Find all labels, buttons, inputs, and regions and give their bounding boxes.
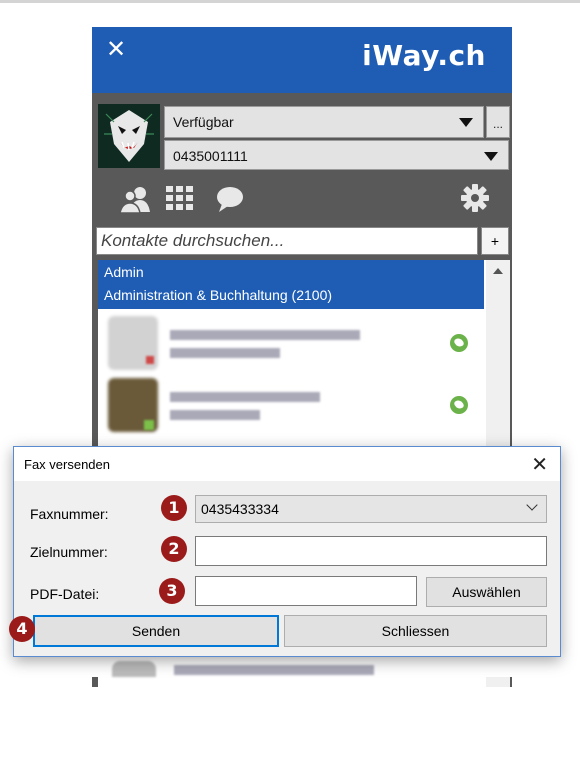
step-badge-2: 2 bbox=[161, 536, 187, 562]
group-name: Admin bbox=[104, 264, 144, 280]
phone-line-value: 0435001111 bbox=[173, 148, 248, 164]
blurred-detail bbox=[170, 348, 280, 358]
phone-icon[interactable] bbox=[450, 334, 468, 352]
blurred-name bbox=[170, 330, 360, 340]
phone-icon[interactable] bbox=[450, 396, 468, 414]
avatar[interactable] bbox=[98, 104, 160, 168]
choose-file-button[interactable]: Auswählen bbox=[426, 577, 547, 607]
group-description: Administration & Buchhaltung (2100) bbox=[104, 287, 333, 303]
status-select[interactable]: Verfügbar bbox=[164, 106, 484, 138]
close-icon[interactable]: ✕ bbox=[106, 35, 126, 64]
close-icon[interactable]: ✕ bbox=[531, 452, 548, 477]
fax-dialog: Fax versenden ✕ Faxnummer: 0435433334 Zi… bbox=[13, 446, 561, 657]
fax-number-label: Faxnummer: bbox=[30, 506, 109, 522]
dropdown-arrow-icon bbox=[484, 152, 498, 161]
target-number-label: Zielnummer: bbox=[30, 544, 108, 560]
contact-group-header[interactable]: Admin Administration & Buchhaltung (2100… bbox=[98, 260, 484, 309]
brand-logo: iWay.ch bbox=[362, 39, 486, 72]
blurred-name bbox=[170, 392, 320, 402]
step-badge-1: 1 bbox=[161, 495, 187, 521]
send-button[interactable]: Senden bbox=[33, 615, 279, 647]
app-toolbar bbox=[92, 174, 512, 222]
list-item[interactable] bbox=[98, 374, 484, 436]
step-badge-4: 4 bbox=[9, 616, 35, 642]
chevron-down-icon bbox=[526, 499, 538, 511]
blurred-name bbox=[174, 665, 374, 675]
dropdown-arrow-icon bbox=[459, 118, 473, 127]
phone-line-select[interactable]: 0435001111 bbox=[164, 140, 509, 170]
pdf-file-label: PDF-Datei: bbox=[30, 586, 100, 602]
blurred-detail bbox=[170, 410, 260, 420]
add-contact-button[interactable]: + bbox=[481, 227, 509, 255]
pdf-file-input[interactable] bbox=[195, 576, 417, 606]
more-button[interactable]: ... bbox=[486, 106, 510, 138]
dialog-titlebar: Fax versenden ✕ bbox=[14, 447, 560, 481]
fax-number-value: 0435433334 bbox=[201, 501, 279, 517]
target-number-input[interactable] bbox=[195, 536, 547, 566]
dialog-title: Fax versenden bbox=[24, 457, 110, 472]
list-item[interactable] bbox=[98, 312, 484, 374]
fax-number-select[interactable]: 0435433334 bbox=[195, 495, 547, 523]
top-rule bbox=[0, 0, 580, 3]
status-value: Verfügbar bbox=[173, 114, 234, 130]
presence-dot bbox=[144, 420, 154, 430]
list-continuation bbox=[92, 657, 512, 677]
gear-icon[interactable] bbox=[460, 183, 490, 218]
contact-search-input[interactable]: Kontakte durchsuchen... bbox=[96, 227, 478, 255]
close-button[interactable]: Schliessen bbox=[284, 615, 547, 647]
contacts-icon[interactable] bbox=[118, 184, 154, 219]
app-header: ✕ iWay.ch bbox=[92, 27, 512, 93]
dialpad-icon[interactable] bbox=[166, 186, 194, 217]
scroll-up-icon[interactable] bbox=[493, 268, 503, 274]
step-badge-3: 3 bbox=[159, 578, 185, 604]
chat-icon[interactable] bbox=[216, 186, 244, 217]
presence-dot bbox=[146, 356, 154, 364]
avatar bbox=[112, 661, 156, 677]
